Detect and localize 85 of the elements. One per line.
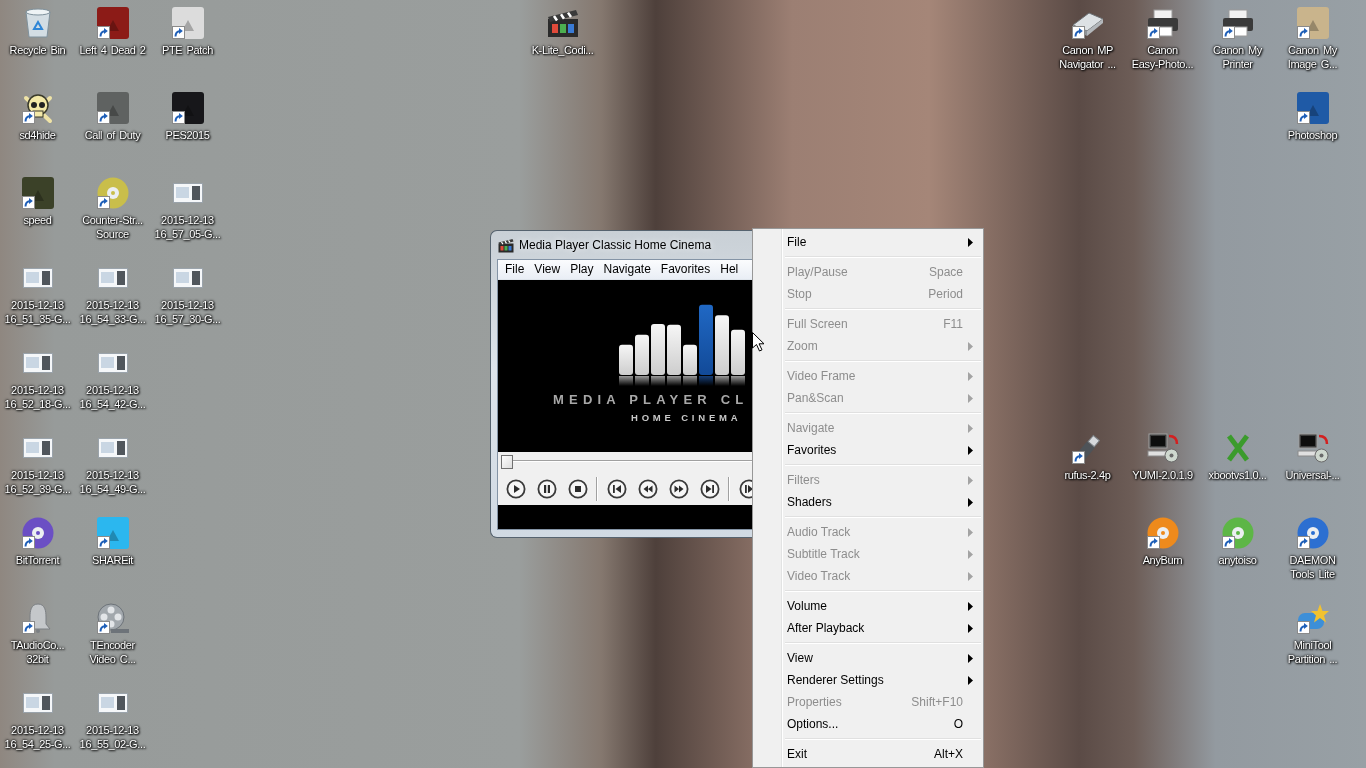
shortcut-text: Space <box>928 265 963 279</box>
menu-bar-item[interactable]: View <box>529 261 566 278</box>
menu-item[interactable]: Favorites <box>755 439 981 461</box>
desktop-icon-label[interactable]: 2015-12-13 16_54_25-G... <box>1 723 74 751</box>
menu-item[interactable]: View <box>755 647 981 669</box>
desktop-icon-label[interactable]: Recycle Bin <box>9 43 66 57</box>
desktop-icon-label[interactable]: 2015-12-13 16_54_49-G... <box>76 468 149 496</box>
skip-back-icon[interactable] <box>607 478 627 499</box>
window-title: Media Player Classic Home Cinema <box>519 238 712 252</box>
desktop-icon-label[interactable]: rufus-2.4p <box>1064 468 1111 482</box>
clapperboard-icon[interactable] <box>498 237 514 253</box>
clapperboard-icon[interactable] <box>546 8 579 38</box>
menu-item[interactable]: Renderer Settings <box>755 669 981 691</box>
desktop-icon-label[interactable]: 2015-12-13 16_54_33-G... <box>76 298 149 326</box>
stop-icon[interactable] <box>568 478 588 499</box>
desktop-icon-label[interactable]: Canon Easy-Photo... <box>1126 43 1199 71</box>
desktop-icon-label[interactable]: Left 4 Dead 2 <box>79 43 146 57</box>
menu-bar-item[interactable]: Navigate <box>598 261 656 278</box>
menu-item[interactable]: Volume <box>755 595 981 617</box>
menu-bar-item[interactable]: Hel <box>715 261 744 278</box>
logo-subtitle: HOME CINEMA <box>631 412 742 423</box>
desktop-icon-label[interactable]: BitTorrent <box>15 553 60 567</box>
picture-thumbnail-icon[interactable] <box>97 268 128 288</box>
seek-thumb[interactable] <box>501 455 513 469</box>
desktop-icon-label[interactable]: sd4hide <box>19 128 56 142</box>
menu-item[interactable]: After Playback <box>755 617 981 639</box>
desktop-icon-label[interactable]: xbootvs1.0... <box>1208 468 1267 482</box>
shortcut-text: O <box>953 717 963 731</box>
desktop-icon-label[interactable]: Canon MP Navigator ... <box>1051 43 1124 71</box>
menu-bar-item[interactable]: File <box>498 261 530 278</box>
computer-icon[interactable] <box>1146 433 1179 463</box>
desktop-icon-label[interactable]: Universal-... <box>1285 468 1340 482</box>
shortcut-text: Period <box>928 287 963 301</box>
desktop-icon-label[interactable]: MiniTool Partition ... <box>1276 638 1349 666</box>
desktop-icon-label[interactable]: 2015-12-13 16_52_39-G... <box>1 468 74 496</box>
desktop-icon-label[interactable]: Canon My Image G... <box>1276 43 1349 71</box>
menu-item[interactable]: Exit Alt+X <box>755 743 981 765</box>
logo-title: MEDIA PLAYER CL <box>553 392 749 407</box>
picture-thumbnail-icon[interactable] <box>22 438 53 458</box>
desktop-icon-label[interactable]: Call of Duty <box>84 128 141 142</box>
desktop-icon-label[interactable]: 2015-12-13 16_54_42-G... <box>76 383 149 411</box>
desktop-icon-label[interactable]: AnyBurn <box>1142 553 1183 567</box>
pause-icon[interactable] <box>537 478 557 499</box>
picture-thumbnail-icon[interactable] <box>97 693 128 713</box>
desktop-icon-label[interactable]: TAudioCo... 32bit <box>1 638 74 666</box>
rewind-icon[interactable] <box>638 478 658 499</box>
menu-bar-item[interactable]: Favorites <box>655 261 716 278</box>
picture-thumbnail-icon[interactable] <box>97 353 128 373</box>
menu-item[interactable]: Options... O <box>755 713 981 735</box>
menu-bar-item[interactable]: Play <box>565 261 599 278</box>
menu-item[interactable]: File <box>755 231 981 253</box>
picture-thumbnail-icon[interactable] <box>172 268 203 288</box>
desktop-icon-label[interactable]: 2015-12-13 16_57_30-G... <box>151 298 224 326</box>
shortcut-text: F11 <box>943 317 963 331</box>
desktop-icon-label[interactable]: Canon My Printer <box>1201 43 1274 71</box>
desktop-icon-label[interactable]: Counter-Str... Source <box>76 213 149 241</box>
desktop-icon-label[interactable]: YUMI-2.0.1.9 <box>1132 468 1193 482</box>
desktop-icon-label[interactable]: 2015-12-13 16_51_35-G... <box>1 298 74 326</box>
desktop-icon-label[interactable]: speed <box>23 213 52 227</box>
skip-forward-icon[interactable] <box>700 478 720 499</box>
desktop-icon-label[interactable]: PES2015 <box>165 128 210 142</box>
picture-thumbnail-icon[interactable] <box>22 693 53 713</box>
picture-thumbnail-icon[interactable] <box>22 268 53 288</box>
computer-icon[interactable] <box>1296 433 1329 463</box>
desktop-icon-label[interactable]: Photoshop <box>1287 128 1338 142</box>
desktop-icon-label[interactable]: anytoiso <box>1218 553 1257 567</box>
desktop-icon-label[interactable]: DAEMON Tools Lite <box>1276 553 1349 581</box>
menu-item[interactable]: Shaders <box>755 491 981 513</box>
picture-thumbnail-icon[interactable] <box>172 183 203 203</box>
shortcut-text: Shift+F10 <box>911 695 963 709</box>
desktop-icon-label[interactable]: 2015-12-13 16_52_18-G... <box>1 383 74 411</box>
frame-step-icon[interactable] <box>739 478 752 499</box>
desktop-icon-label[interactable]: 2015-12-13 16_57_05-G... <box>151 213 224 241</box>
picture-thumbnail-icon[interactable] <box>97 438 128 458</box>
desktop-icon-label[interactable]: 2015-12-13 16_55_02-G... <box>76 723 149 751</box>
fast-forward-icon[interactable] <box>669 478 689 499</box>
seek-bar-track[interactable] <box>501 455 752 469</box>
shortcut-text: Alt+X <box>934 747 963 761</box>
desktop-icon-label[interactable]: K-Lite_Codi... <box>531 43 594 57</box>
desktop-icon-label[interactable]: PTE Patch <box>162 43 213 57</box>
desktop-icon-label[interactable]: TEncoder Video C... <box>76 638 149 666</box>
play-icon[interactable] <box>506 478 526 499</box>
desktop-icon-label[interactable]: SHAREit <box>92 553 133 567</box>
picture-thumbnail-icon[interactable] <box>22 353 53 373</box>
recycle-bin-icon[interactable] <box>24 8 51 38</box>
